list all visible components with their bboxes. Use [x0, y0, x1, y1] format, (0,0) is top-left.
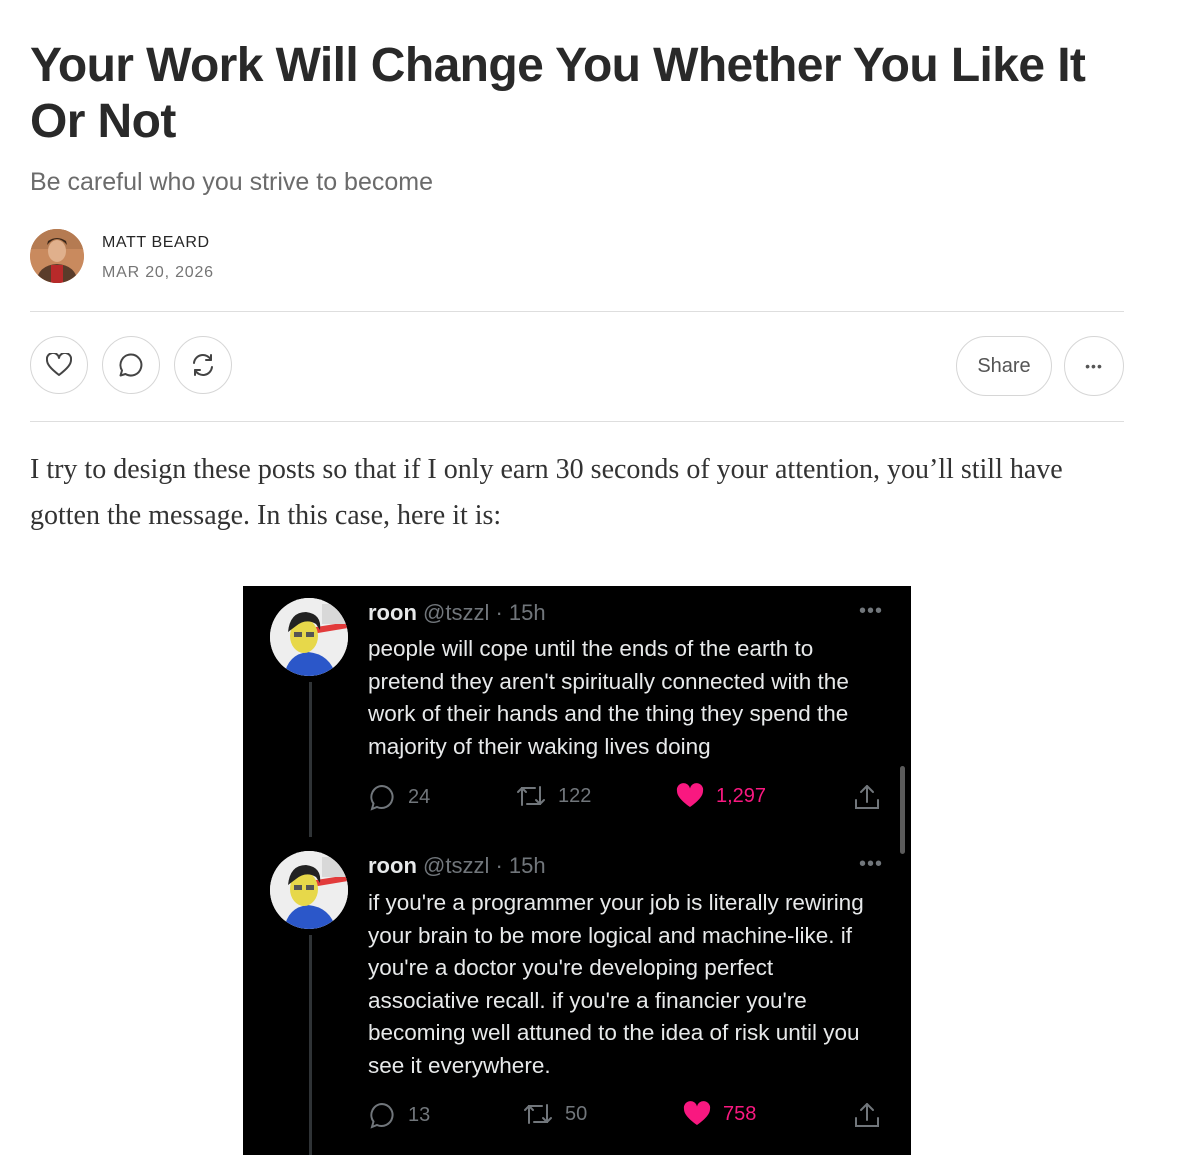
like-stat[interactable]: 1,297: [676, 783, 766, 809]
tweet-header: roon @tszzl · 15h: [368, 600, 546, 626]
comment-icon: [119, 353, 143, 377]
reply-icon: [370, 1102, 394, 1129]
tweet-stats: 13 50 758: [368, 1101, 888, 1133]
tweet-stats: 24 122 1,297: [368, 783, 888, 815]
like-button[interactable]: [30, 336, 88, 394]
author-avatar[interactable]: [30, 229, 84, 283]
post-subtitle: Be careful who you strive to become: [30, 168, 433, 196]
author-photo-icon: [30, 229, 84, 283]
tweet-author-name[interactable]: roon: [368, 853, 417, 878]
reply-count: 24: [408, 785, 431, 808]
divider-bottom: [30, 421, 1124, 422]
retweet-icon: [517, 786, 545, 806]
like-count: 758: [723, 1102, 757, 1125]
tweet-avatar: [270, 598, 348, 676]
post-title: Your Work Will Change You Whether You Li…: [30, 39, 1086, 148]
divider-top: [30, 311, 1124, 312]
post-date: MAR 20, 2026: [102, 264, 214, 281]
tweet-text: if you're a programmer your job is liter…: [368, 890, 864, 1078]
byline: MATT BEARD MAR 20, 2026: [30, 229, 430, 285]
heart-filled-icon: [676, 783, 704, 807]
share-icon: [855, 1103, 879, 1127]
tweet-handle[interactable]: @tszzl: [423, 853, 489, 878]
comment-button[interactable]: [102, 336, 160, 394]
tweet-more-icon[interactable]: •••: [859, 853, 883, 876]
share-button[interactable]: Share: [956, 336, 1052, 396]
retweet-count: 50: [565, 1102, 588, 1125]
share-stat[interactable]: [854, 1101, 880, 1129]
restack-button[interactable]: [174, 336, 232, 394]
tweet-screenshot: roon @tszzl · 15h ••• people will cope u…: [243, 586, 911, 1155]
reply-icon: [370, 784, 394, 811]
tweet-avatar: [270, 851, 348, 929]
more-options-button[interactable]: •••: [1064, 336, 1124, 396]
reply-count: 13: [408, 1103, 431, 1126]
heart-icon: [46, 353, 72, 376]
retweet-count: 122: [558, 784, 592, 807]
tweet-handle[interactable]: @tszzl: [423, 600, 489, 625]
retweet-icon: [524, 1104, 552, 1124]
author-name[interactable]: MATT BEARD: [102, 234, 210, 252]
thread-connector: [309, 682, 312, 837]
scrollbar-thumb[interactable]: [900, 766, 905, 854]
reply-stat[interactable]: 24: [368, 783, 430, 811]
refresh-icon: [193, 354, 213, 376]
tweet-author-name[interactable]: roon: [368, 600, 417, 625]
retweet-stat[interactable]: 50: [523, 1101, 587, 1127]
reply-stat[interactable]: 13: [368, 1101, 430, 1129]
tweet-time: · 15h: [495, 853, 546, 878]
post-body-paragraph: I try to design these posts so that if I…: [30, 454, 1063, 531]
share-icon: [855, 785, 879, 809]
like-stat[interactable]: 758: [683, 1101, 756, 1127]
tweet-time: · 15h: [495, 600, 546, 625]
tweet-more-icon[interactable]: •••: [859, 600, 883, 623]
thread-connector: [309, 935, 312, 1155]
heart-filled-icon: [683, 1101, 711, 1125]
tweet-text: people will cope until the ends of the e…: [368, 636, 849, 759]
like-count: 1,297: [716, 784, 767, 807]
share-stat[interactable]: [854, 783, 880, 811]
cartoon-avatar-icon: [270, 851, 348, 929]
retweet-stat[interactable]: 122: [516, 783, 591, 809]
action-bar: Share •••: [30, 336, 1124, 398]
tweet-header: roon @tszzl · 15h: [368, 853, 546, 879]
cartoon-avatar-icon: [270, 598, 348, 676]
